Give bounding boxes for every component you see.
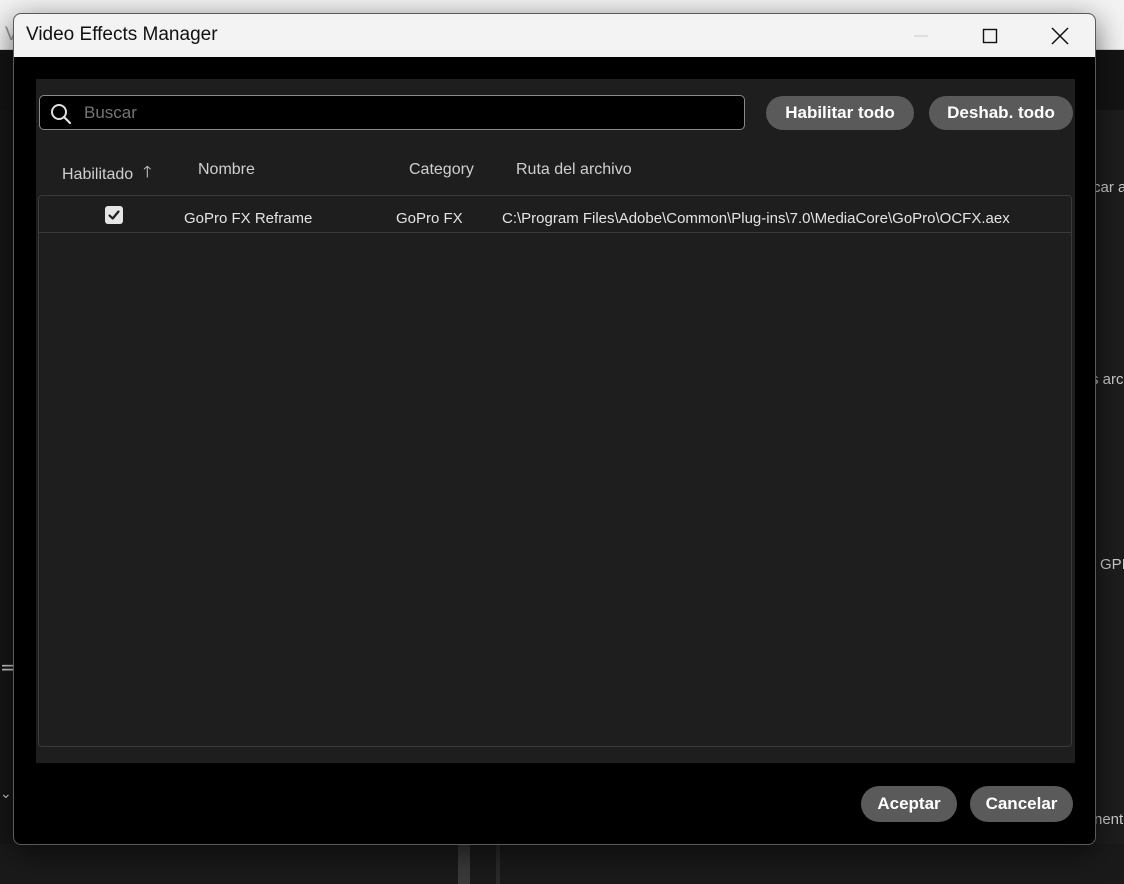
video-effects-manager-dialog: Video Effects Manager Habilitar todo Des… — [13, 13, 1096, 845]
close-icon — [1051, 26, 1069, 45]
table-row[interactable]: GoPro FX Reframe GoPro FX C:\Program Fil… — [39, 196, 1071, 233]
column-header-name-label: Nombre — [198, 161, 255, 178]
minimize-icon — [914, 35, 928, 36]
checkmark-icon — [108, 210, 120, 220]
effect-file-path: C:\Program Files\Adobe\Common\Plug-ins\7… — [502, 210, 1010, 227]
effects-panel: Habilitar todo Deshab. todo Habilitado 🡑… — [36, 79, 1075, 763]
search-box[interactable] — [39, 95, 745, 130]
dialog-titlebar[interactable]: Video Effects Manager — [14, 14, 1095, 57]
effect-category: GoPro FX — [396, 210, 463, 227]
effects-table: GoPro FX Reframe GoPro FX C:\Program Fil… — [38, 195, 1072, 747]
column-header-enabled-label: Habilitado — [62, 165, 134, 183]
background-text-fragment: nente — [1094, 811, 1124, 828]
column-header-category[interactable]: Category — [409, 161, 474, 179]
column-header-category-label: Category — [409, 161, 474, 178]
background-text-fragment: car a — [1093, 179, 1124, 196]
minimize-button[interactable] — [898, 14, 944, 57]
maximize-icon — [982, 28, 998, 43]
maximize-button[interactable] — [967, 14, 1013, 57]
cancel-button[interactable]: Cancelar — [970, 786, 1073, 822]
search-icon — [51, 104, 72, 125]
sort-ascending-icon: 🡑 — [143, 162, 152, 181]
background-left-panel: =: ⌄ su — [0, 110, 24, 884]
enable-all-button[interactable]: Habilitar todo — [766, 96, 914, 130]
close-button[interactable] — [1037, 14, 1083, 57]
ok-button[interactable]: Aceptar — [861, 786, 957, 822]
column-header-enabled[interactable]: Habilitado 🡑 — [62, 161, 151, 188]
column-header-path-label: Ruta del archivo — [516, 161, 632, 178]
background-text-fragment: GPI — [1100, 556, 1124, 573]
background-right-panel: car a s arc GPI nente — [1091, 110, 1124, 884]
background-bottom-panel — [0, 844, 1124, 884]
column-header-path[interactable]: Ruta del archivo — [516, 161, 632, 179]
enabled-checkbox[interactable] — [105, 206, 123, 224]
effect-name: GoPro FX Reframe — [184, 210, 313, 227]
search-input[interactable] — [84, 96, 734, 129]
dialog-title: Video Effects Manager — [26, 24, 218, 45]
column-header-name[interactable]: Nombre — [198, 161, 255, 179]
background-splitter — [496, 844, 500, 884]
background-splitter — [458, 844, 470, 884]
disable-all-button[interactable]: Deshab. todo — [929, 96, 1073, 130]
background-chevron-icon: ⌄ — [0, 786, 12, 802]
